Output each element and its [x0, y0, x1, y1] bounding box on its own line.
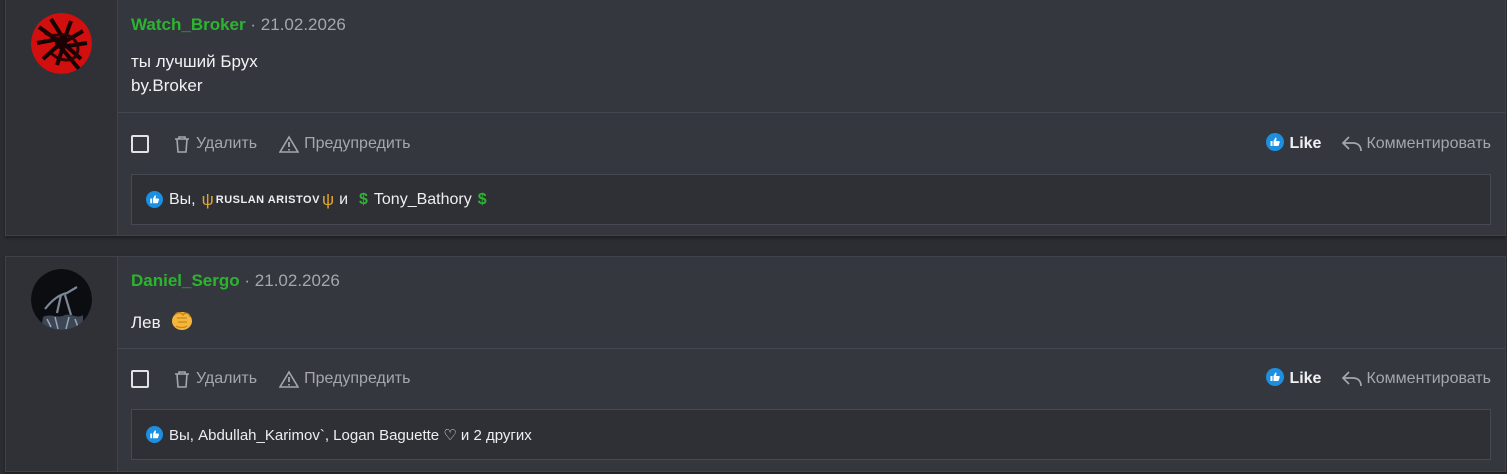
delete-button[interactable]: Удалить — [173, 369, 257, 389]
divider — [118, 112, 1505, 113]
post-body-line: Лев — [131, 313, 161, 332]
post-body: Лев — [131, 309, 193, 335]
delete-label: Удалить — [196, 370, 258, 387]
post: Daniel_Sergo · 21.02.2026 Лев Удалить Пр… — [5, 256, 1506, 472]
warn-button[interactable]: Предупредить — [279, 369, 411, 389]
like-icon — [146, 191, 163, 208]
warn-label: Предупредить — [304, 370, 411, 387]
trident-icon: ψ — [201, 189, 214, 209]
post-user-column — [6, 257, 118, 471]
delete-label: Удалить — [196, 135, 258, 152]
reply-icon — [1342, 371, 1363, 387]
post-body: ты лучший Брух by.Broker — [131, 50, 258, 98]
warning-icon — [279, 134, 300, 153]
reaction-and: и — [339, 190, 348, 208]
post-main: Daniel_Sergo · 21.02.2026 Лев Удалить Пр… — [118, 257, 1505, 471]
comment-button[interactable]: Комментировать — [1341, 370, 1491, 388]
warning-icon — [279, 369, 300, 388]
like-icon — [1266, 132, 1285, 156]
delete-button[interactable]: Удалить — [173, 134, 257, 154]
reaction-user[interactable]: RUSLAN ARISTOV — [216, 194, 320, 206]
post-date[interactable]: 21.02.2026 — [255, 271, 340, 290]
post-date[interactable]: 21.02.2026 — [261, 15, 346, 34]
select-checkbox[interactable] — [131, 135, 149, 153]
reaction-you[interactable]: Вы, — [169, 191, 196, 209]
meta-separator: · — [250, 15, 257, 34]
author-name[interactable]: Watch_Broker — [131, 15, 246, 34]
like-label: Like — [1289, 370, 1322, 387]
reaction-summary[interactable]: Вы, Abdullah_Karimov`, Logan Baguette ♡ … — [169, 426, 532, 444]
like-label: Like — [1289, 135, 1322, 152]
comment-label: Комментировать — [1366, 135, 1491, 152]
like-icon — [146, 426, 163, 443]
comment-label: Комментировать — [1366, 370, 1491, 387]
post-body-line: ты лучший Брух — [131, 52, 258, 71]
avatar[interactable] — [31, 13, 92, 74]
author-name[interactable]: Daniel_Sergo — [131, 271, 240, 290]
reaction-user[interactable]: Tony_Bathory — [374, 191, 472, 209]
fist-emoji — [172, 312, 193, 330]
post-main: Watch_Broker · 21.02.2026 ты лучший Брух… — [118, 0, 1505, 235]
post-user-column — [6, 0, 118, 235]
warn-label: Предупредить — [304, 135, 411, 152]
like-button[interactable]: Like — [1266, 367, 1322, 391]
dollar-icon: $ — [359, 190, 368, 208]
post-meta: Watch_Broker · 21.02.2026 — [131, 15, 346, 35]
post-actions: Удалить Предупредить Like Комментировать — [131, 367, 1491, 391]
like-icon — [1266, 367, 1285, 391]
dollar-icon: $ — [477, 190, 487, 208]
like-button[interactable]: Like — [1266, 132, 1322, 156]
post-body-line: by.Broker — [131, 76, 203, 95]
reactions-bar[interactable]: Вы, Abdullah_Karimov`, Logan Baguette ♡ … — [131, 409, 1491, 460]
trash-icon — [175, 371, 189, 388]
post-meta: Daniel_Sergo · 21.02.2026 — [131, 271, 340, 291]
comment-button[interactable]: Комментировать — [1341, 135, 1491, 153]
reply-icon — [1342, 136, 1363, 152]
divider — [118, 348, 1505, 349]
select-checkbox[interactable] — [131, 370, 149, 388]
warn-button[interactable]: Предупредить — [279, 134, 411, 154]
trident-icon: ψ — [321, 189, 335, 209]
trash-icon — [175, 136, 189, 153]
avatar[interactable] — [31, 269, 92, 330]
post-actions: Удалить Предупредить Like Комментировать — [131, 132, 1491, 156]
meta-separator: · — [244, 271, 251, 290]
post: Watch_Broker · 21.02.2026 ты лучший Брух… — [5, 0, 1506, 236]
reactions-bar[interactable]: Вы, ψ RUSLAN ARISTOV ψ и $ Tony_Bathory … — [131, 174, 1491, 225]
